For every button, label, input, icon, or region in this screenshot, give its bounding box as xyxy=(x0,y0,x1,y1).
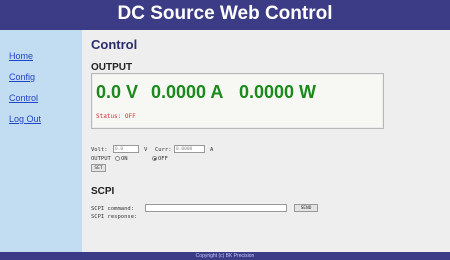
sidebar-item-config[interactable]: Config xyxy=(9,72,35,82)
scpi-section-title: SCPI xyxy=(91,186,115,197)
curr-unit: A xyxy=(210,147,214,153)
output-off-label: OFF xyxy=(158,156,168,162)
copyright-text: Copyright (c) BK Precision xyxy=(195,253,255,259)
main-panel: Control OUTPUT 0.0 V 0.0000 A 0.0000 W S… xyxy=(82,30,450,252)
app-title: DC Source Web Control xyxy=(117,3,333,24)
footer: Copyright (c) BK Precision xyxy=(0,252,450,260)
volt-label: Volt: xyxy=(91,147,108,153)
output-off-radio[interactable] xyxy=(152,156,157,161)
scpi-response-label: SCPI response: xyxy=(91,214,138,220)
current-readout: 0.0000 A xyxy=(151,82,224,102)
voltage-readout: 0.0 V xyxy=(96,82,139,102)
sidebar: Home Config Control Log Out xyxy=(0,30,82,252)
app-header: DC Source Web Control xyxy=(0,0,450,30)
curr-input[interactable]: 0.0000 xyxy=(174,145,205,153)
output-section-title: OUTPUT xyxy=(91,62,133,73)
output-radio-label: OUTPUT xyxy=(91,156,111,162)
scpi-command-input[interactable] xyxy=(145,204,287,212)
set-button[interactable]: SET xyxy=(91,164,106,172)
volt-unit: V xyxy=(144,147,148,153)
output-readout-box: 0.0 V 0.0000 A 0.0000 W Status: OFF xyxy=(91,73,384,129)
sidebar-item-home[interactable]: Home xyxy=(9,51,33,61)
sidebar-item-logout[interactable]: Log Out xyxy=(9,114,41,124)
page-title: Control xyxy=(91,37,138,52)
curr-label: Curr: xyxy=(155,147,172,153)
output-status: Status: OFF xyxy=(96,113,136,120)
sidebar-item-control[interactable]: Control xyxy=(9,93,38,103)
output-on-radio[interactable] xyxy=(115,156,120,161)
power-readout: 0.0000 W xyxy=(239,82,317,102)
scpi-command-label: SCPI command: xyxy=(91,206,135,212)
volt-input[interactable]: 0.0 xyxy=(113,145,139,153)
output-on-label: ON xyxy=(121,156,128,162)
send-button[interactable]: SEND xyxy=(294,204,318,212)
